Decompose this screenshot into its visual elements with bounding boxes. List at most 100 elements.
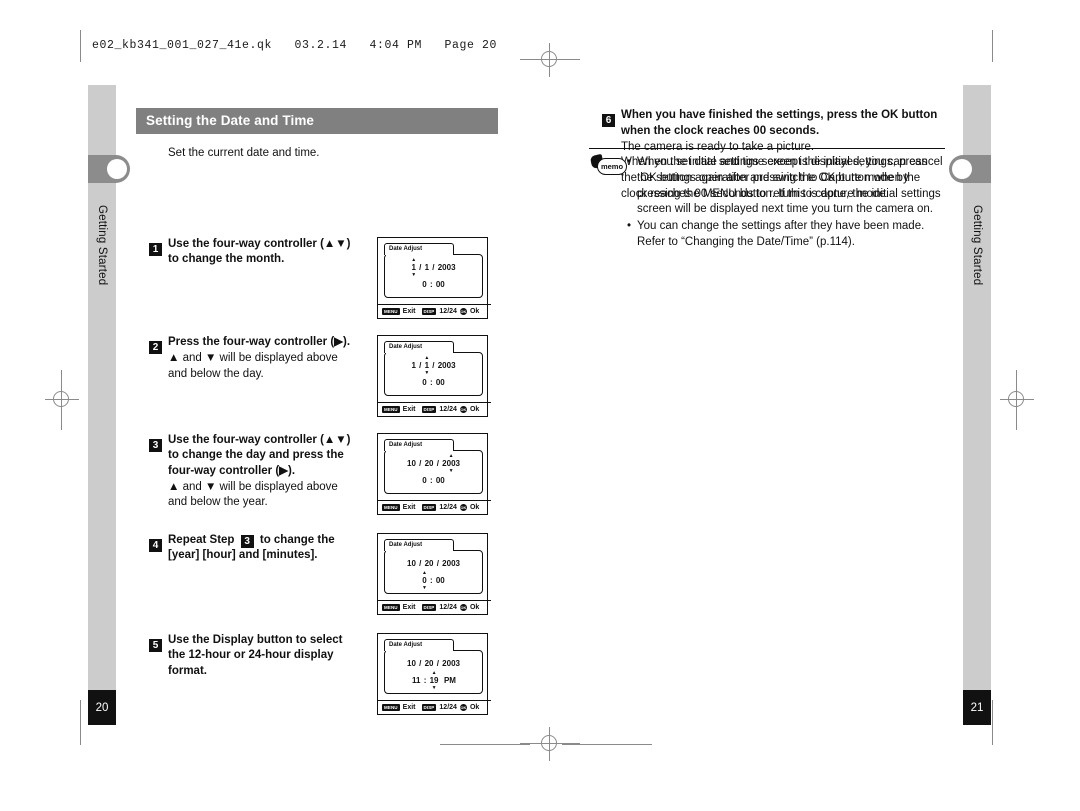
step-number-badge: 4 — [149, 539, 162, 552]
crop-mark-bottom-center-right — [562, 744, 652, 745]
menu-button-icon: MENU — [382, 604, 400, 611]
section-intro: Set the current date and time. — [168, 147, 320, 159]
lcd-format-label: 12/24 — [439, 308, 457, 315]
lcd-field: 11 — [412, 676, 421, 685]
crop-mark-bottom-center-left — [440, 744, 530, 745]
step-badge-wrap: 4 — [149, 534, 168, 552]
lcd-rows: 10 / 20 / 2003 11 : ▲ 19 ▼ PM — [378, 650, 489, 694]
chapter-tab-left[interactable] — [88, 155, 130, 183]
lcd-field-active: ▲ 1 ▼ — [411, 257, 417, 278]
lcd-field: 10 — [407, 559, 416, 568]
lcd-date-line: ▲ 1 ▼ / 1 / 2003 — [411, 257, 456, 278]
inline-step-badge: 3 — [240, 535, 254, 548]
menu-button-icon: MENU — [382, 406, 400, 413]
lcd-field: 0 — [422, 280, 427, 289]
step-body: Use the four-way controller (▲▼) to chan… — [168, 433, 358, 510]
arrow-down-icon: ▼ — [411, 272, 417, 278]
step-subtext: ▲ and ▼ will be displayed above and belo… — [168, 480, 338, 509]
lcd-field: 10 — [407, 459, 416, 468]
lcd-rows: 10 / 20 / ▲ 2003 ▼ 0 : 00 — [378, 450, 489, 494]
lcd-ok-label: Ok — [469, 308, 480, 315]
lcd-ok-label: Ok — [469, 604, 480, 611]
lcd-exit-label: Exit — [402, 504, 416, 511]
lcd-title-tab: Date Adjust — [384, 639, 454, 651]
lcd-meridiem: PM — [443, 676, 456, 685]
lcd-field-active: ▲ 0 ▼ — [422, 570, 427, 591]
step-2: 2 Press the four-way controller (▶). ▲ and… — [136, 335, 492, 419]
lcd-ok-label: Ok — [469, 704, 480, 711]
arrow-up-icon: ▲ — [448, 453, 454, 459]
step-subtext: ▲ and ▼ will be displayed above and belo… — [168, 352, 338, 380]
lcd-format-label: 12/24 — [439, 406, 457, 413]
registration-mark-top-center — [520, 43, 580, 77]
step-title: Use the four-way controller (▲▼) to chan… — [168, 434, 351, 477]
step-1: 1 Use the four-way controller (▲▼) to cha… — [136, 237, 492, 321]
step-title: Press the four-way controller (▶). — [168, 336, 351, 348]
lcd-field: 2003 — [442, 559, 460, 568]
step-number-badge: 2 — [149, 341, 162, 354]
menu-button-icon: MENU — [382, 704, 400, 711]
lcd-time-line: 11 : ▲ 19 ▼ PM — [412, 670, 456, 691]
disp-button-icon: DISP — [421, 504, 437, 511]
disp-button-icon: DISP — [421, 604, 437, 611]
lcd-status-bar: MENU Exit DISP 12/24 OK Ok — [378, 304, 491, 318]
lcd-ok-label: Ok — [469, 406, 480, 413]
memo-item-text: You can change the settings after they h… — [637, 220, 925, 248]
lcd-exit-label: Exit — [402, 308, 416, 315]
registration-mark-right-middle — [1000, 370, 1034, 430]
step-badge-wrap: 1 — [149, 238, 168, 256]
arrow-up-icon: ▲ — [431, 670, 437, 676]
ok-button-icon: OK — [459, 308, 467, 315]
lcd-title-tab: Date Adjust — [384, 539, 454, 551]
step-body: Use the Display button to select the 12-… — [168, 633, 358, 679]
disp-button-icon: DISP — [421, 406, 437, 413]
step-title: Use the four-way controller (▲▼) to chan… — [168, 238, 351, 266]
lcd-field: 00 — [435, 476, 445, 485]
registration-mark-bottom-center — [520, 727, 580, 761]
right-page-column: 6 When you have finished the settings, p… — [589, 108, 945, 252]
step-3: 3 Use the four-way controller (▲▼) to cha… — [136, 433, 492, 517]
step-title: Repeat Step 3 to change the [year] [hour… — [168, 534, 335, 562]
chapter-tab-knob-left — [107, 159, 127, 179]
lcd-field: 10 — [407, 659, 416, 668]
chapter-tab-right[interactable] — [949, 155, 991, 183]
chapter-tab-knob-right — [952, 159, 972, 179]
lcd-field: 00 — [435, 576, 445, 585]
arrow-up-icon: ▲ — [424, 355, 430, 361]
lcd-status-bar: MENU Exit DISP 12/24 OK Ok — [378, 700, 491, 714]
lcd-field: 1 — [424, 263, 430, 272]
lcd-exit-label: Exit — [402, 406, 416, 413]
lcd-status-bar: MENU Exit DISP 12/24 OK Ok — [378, 600, 491, 614]
arrow-down-icon: ▼ — [422, 585, 427, 591]
memo-item-text: When the initial settings screen is disp… — [637, 156, 943, 216]
ok-button-icon: OK — [459, 504, 467, 511]
memo-box: memo • When the initial settings screen … — [589, 148, 945, 251]
step-badge-wrap: 5 — [149, 634, 168, 652]
step-6: 6 When you have finished the settings, p… — [589, 108, 945, 200]
disp-button-icon: DISP — [421, 704, 437, 711]
lcd-field: 2003 — [437, 263, 456, 272]
ok-button-icon: OK — [459, 704, 467, 711]
lcd-field-active: ▲ 2003 ▼ — [442, 453, 460, 474]
arrow-down-icon: ▼ — [424, 370, 430, 376]
crop-mark-bottom-left-v — [80, 700, 81, 745]
lcd-title-tab: Date Adjust — [384, 341, 454, 353]
lcd-field-active: ▲ 1 ▼ — [424, 355, 430, 376]
step-title: Use the Display button to select the 12-… — [168, 634, 343, 677]
lcd-field: 20 — [424, 659, 434, 668]
step-6-badge-wrap: 6 — [602, 109, 621, 127]
lcd-screenshot: Date Adjust ▲ 1 ▼ / 1 / 2003 0 : 00 MENU Exit D… — [377, 237, 491, 319]
registration-mark-left-middle — [45, 370, 79, 430]
lcd-screenshot: Date Adjust 10 / 20 / 2003 ▲ 0 ▼ : 00 MENU Exi… — [377, 533, 491, 615]
lcd-field-active: ▲ 19 ▼ — [429, 670, 439, 691]
step-body: Repeat Step 3 to change the [year] [hour… — [168, 533, 358, 564]
lcd-time-line: ▲ 0 ▼ : 00 — [422, 570, 445, 591]
ok-button-icon: OK — [459, 406, 467, 413]
lcd-date-line: 10 / 20 / ▲ 2003 ▼ — [407, 453, 460, 474]
step-badge-wrap: 2 — [149, 336, 168, 354]
left-page-column: Setting the Date and Time Set the curren… — [136, 108, 498, 719]
lcd-field: 00 — [435, 378, 445, 387]
lcd-date-line: 10 / 20 / 2003 — [407, 659, 460, 668]
ok-button-icon: OK — [459, 604, 467, 611]
memo-list: • When the initial settings screen is di… — [589, 155, 945, 251]
